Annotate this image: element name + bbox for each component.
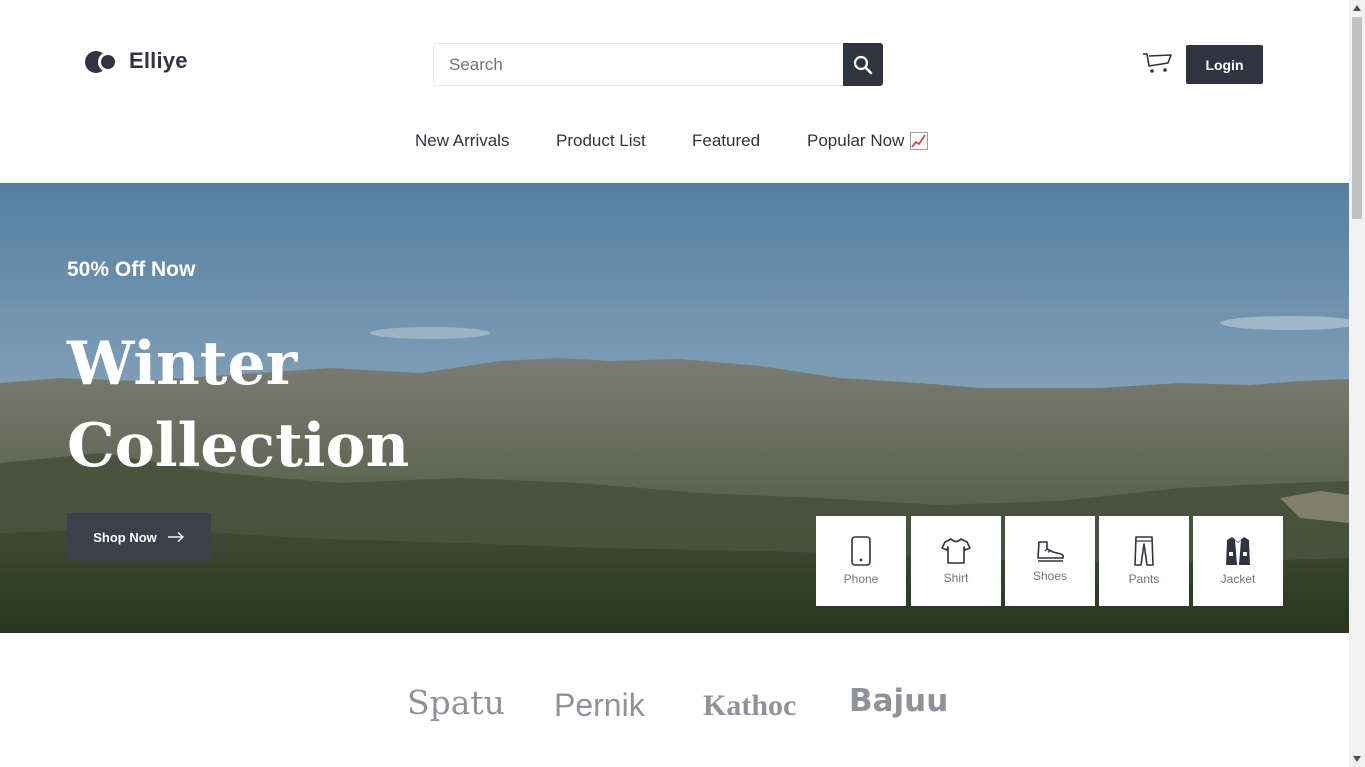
nav-item-label: Product List (556, 131, 646, 150)
category-label: Phone (843, 572, 879, 586)
category-label: Pants (1128, 572, 1160, 586)
hero-subtitle: 50% Off Now (67, 258, 196, 281)
cart-icon (1143, 53, 1172, 73)
chevron-down-icon (1353, 756, 1361, 762)
jacket-icon (1226, 537, 1250, 565)
cart-button[interactable] (1141, 50, 1173, 76)
chevron-up-icon (1353, 5, 1361, 11)
arrow-right-icon (167, 531, 184, 543)
page: Elliye Login New Arrivals Product List F… (0, 0, 1349, 767)
scroll-down-button[interactable] (1349, 751, 1365, 767)
nav-item-label: New Arrivals (415, 131, 510, 150)
nav-item-product-list[interactable]: Product List (556, 131, 646, 151)
category-pants[interactable]: Pants (1099, 516, 1189, 606)
trending-chart-icon (910, 132, 929, 150)
scroll-up-button[interactable] (1349, 0, 1365, 16)
nav-item-popular-now[interactable]: Popular Now (807, 131, 929, 151)
shop-now-button[interactable]: Shop Now (67, 513, 211, 561)
search-button[interactable] (843, 43, 883, 86)
search-bar (433, 43, 883, 86)
category-jacket[interactable]: Jacket (1193, 516, 1283, 606)
login-button[interactable]: Login (1186, 45, 1263, 84)
search-icon (853, 55, 873, 74)
hero-title-line: Winter (67, 329, 298, 399)
nav-item-label: Featured (692, 131, 761, 150)
search-input[interactable] (433, 43, 843, 86)
nav-item-featured[interactable]: Featured (692, 131, 760, 151)
category-list: Phone Shirt Shoes Pants Jacket (816, 516, 1283, 606)
brand-logo-kathoc[interactable]: Kathoc (703, 689, 796, 723)
brand-name: Elliye (129, 48, 188, 73)
vertical-scrollbar[interactable] (1349, 0, 1365, 767)
brand-logo-bajuu[interactable]: Bajuu (849, 683, 948, 719)
brand-logo-spatu[interactable]: Spatu (407, 683, 505, 722)
hero-title-line: Collection (67, 411, 410, 481)
category-label: Jacket (1220, 572, 1256, 586)
hero-banner: 50% Off Now Winter Collection Shop Now P… (0, 183, 1349, 633)
category-label: Shirt (943, 571, 969, 585)
shop-now-label: Shop Now (93, 529, 157, 545)
category-shirt[interactable]: Shirt (911, 516, 1001, 606)
category-shoes[interactable]: Shoes (1005, 516, 1095, 606)
phone-icon (851, 536, 871, 566)
nav-item-new-arrivals[interactable]: New Arrivals (415, 131, 509, 151)
shirt-icon (941, 538, 971, 564)
nav-item-label: Popular Now (807, 131, 905, 150)
brand-logo-pernik[interactable]: Pernik (554, 687, 645, 724)
pants-icon (1134, 536, 1154, 566)
scrollbar-thumb[interactable] (1352, 17, 1362, 219)
category-label: Shoes (1032, 569, 1068, 583)
category-phone[interactable]: Phone (816, 516, 906, 606)
hero-title: Winter Collection (67, 323, 409, 487)
shoes-icon (1037, 541, 1065, 562)
brand-logo[interactable]: Elliye (85, 48, 188, 74)
logo-mark-icon (85, 49, 119, 73)
